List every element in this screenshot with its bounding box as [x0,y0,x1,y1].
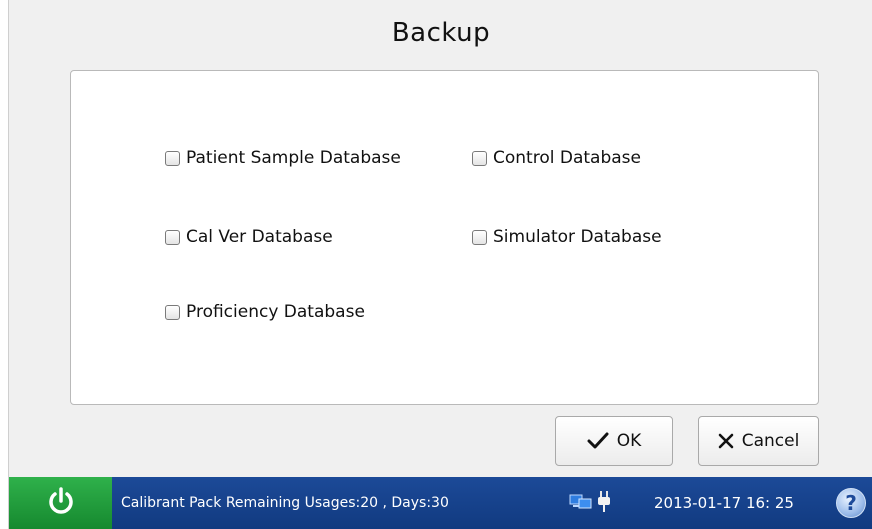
power-plug-icon [597,491,611,517]
option-cal-ver-database[interactable]: Cal Ver Database [165,227,333,247]
ok-button[interactable]: OK [555,416,673,466]
option-patient-sample-database[interactable]: Patient Sample Database [165,148,401,168]
power-button[interactable] [9,477,112,529]
option-label: Simulator Database [493,227,662,247]
ok-label: OK [616,431,642,451]
power-icon [47,486,75,520]
checkbox-cal-ver-database[interactable] [165,229,180,245]
x-icon [718,433,734,449]
help-icon[interactable]: ? [836,488,866,518]
status-bar: Calibrant Pack Remaining Usages:20 , Day… [9,477,872,529]
checkbox-simulator-database[interactable] [472,229,487,245]
cancel-label: Cancel [741,431,800,451]
checkbox-control-database[interactable] [472,150,487,166]
database-options-panel: Patient Sample Database Control Database… [70,70,819,405]
option-simulator-database[interactable]: Simulator Database [472,227,662,247]
checkmark-icon [587,432,609,450]
network-icon [569,493,593,515]
page-title: Backup [391,18,491,48]
app-screen: Backup Patient Sample Database Control D… [8,0,872,529]
option-label: Control Database [493,148,641,168]
option-label: Cal Ver Database [186,227,333,247]
checkbox-proficiency-database[interactable] [165,304,180,320]
option-label: Proficiency Database [186,302,365,322]
option-label: Patient Sample Database [186,148,401,168]
option-proficiency-database[interactable]: Proficiency Database [165,302,365,322]
datetime-display: 2013-01-17 16: 25 [654,494,794,512]
option-control-database[interactable]: Control Database [472,148,641,168]
cancel-button[interactable]: Cancel [698,416,819,466]
calibrant-status-text: Calibrant Pack Remaining Usages:20 , Day… [121,495,449,511]
checkbox-patient-sample-database[interactable] [165,150,180,166]
